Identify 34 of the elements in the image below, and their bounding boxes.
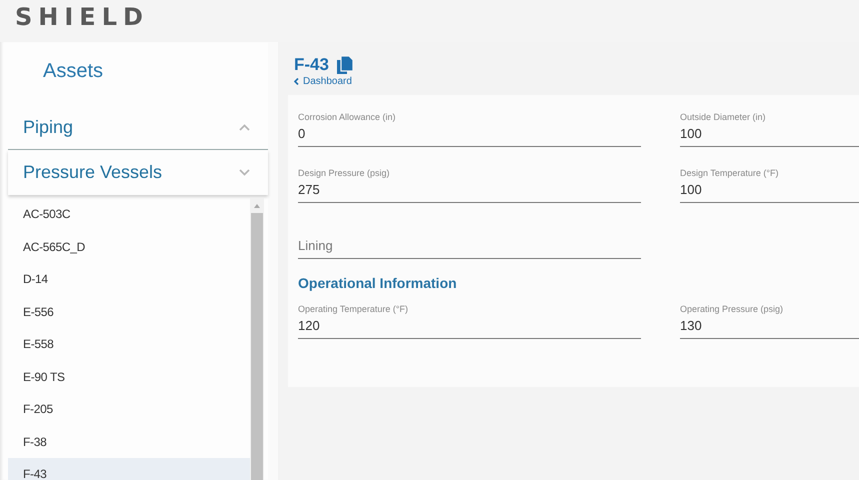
logo: SHIELD [15, 5, 149, 29]
input-field[interactable]: 100 [680, 178, 859, 203]
input-field[interactable]: 120 [298, 314, 641, 339]
list-item[interactable]: E-90 TS [8, 360, 250, 393]
section-heading: Operational Information [298, 275, 458, 291]
list-item[interactable]: AC-503C [8, 198, 250, 230]
input-field[interactable]: Lining [298, 234, 641, 259]
list-item[interactable]: E-558 [8, 328, 250, 360]
list-item[interactable]: AC-565C_D [8, 230, 250, 263]
input-field[interactable]: 130 [680, 314, 859, 339]
chevron-down-icon [239, 169, 250, 176]
field-label: Corrosion Allowance (in) [298, 111, 397, 122]
list-item[interactable]: F-205 [8, 393, 250, 426]
input-field[interactable]: 275 [298, 178, 641, 203]
back-link[interactable]: Dashboard [294, 76, 352, 87]
chevron-up-icon [239, 124, 250, 131]
list-item[interactable]: E-556 [8, 296, 250, 328]
field-label: Operating Pressure (psig) [680, 303, 784, 314]
sidebar-title: Assets [42, 59, 104, 84]
accordion-header[interactable]: Piping [8, 106, 268, 150]
input-field[interactable]: 0 [298, 122, 641, 147]
accordion-header[interactable]: Pressure Vessels [8, 150, 268, 195]
list-item[interactable]: F-38 [8, 426, 250, 458]
documents-icon[interactable] [336, 56, 353, 74]
list-item[interactable]: D-14 [8, 263, 250, 296]
asset-title: F-43 [294, 55, 329, 75]
chevron-left-icon [294, 78, 299, 85]
input-field[interactable]: 100 [680, 122, 859, 147]
field-label: Design Temperature (°F) [680, 167, 780, 178]
field-label: Outside Diameter (in) [680, 111, 767, 122]
scrollbar[interactable] [250, 198, 264, 480]
field-label: Operating Temperature (°F) [298, 303, 409, 314]
field-label: Design Pressure (psig) [298, 167, 391, 178]
list-item[interactable]: F-43 [8, 458, 250, 480]
